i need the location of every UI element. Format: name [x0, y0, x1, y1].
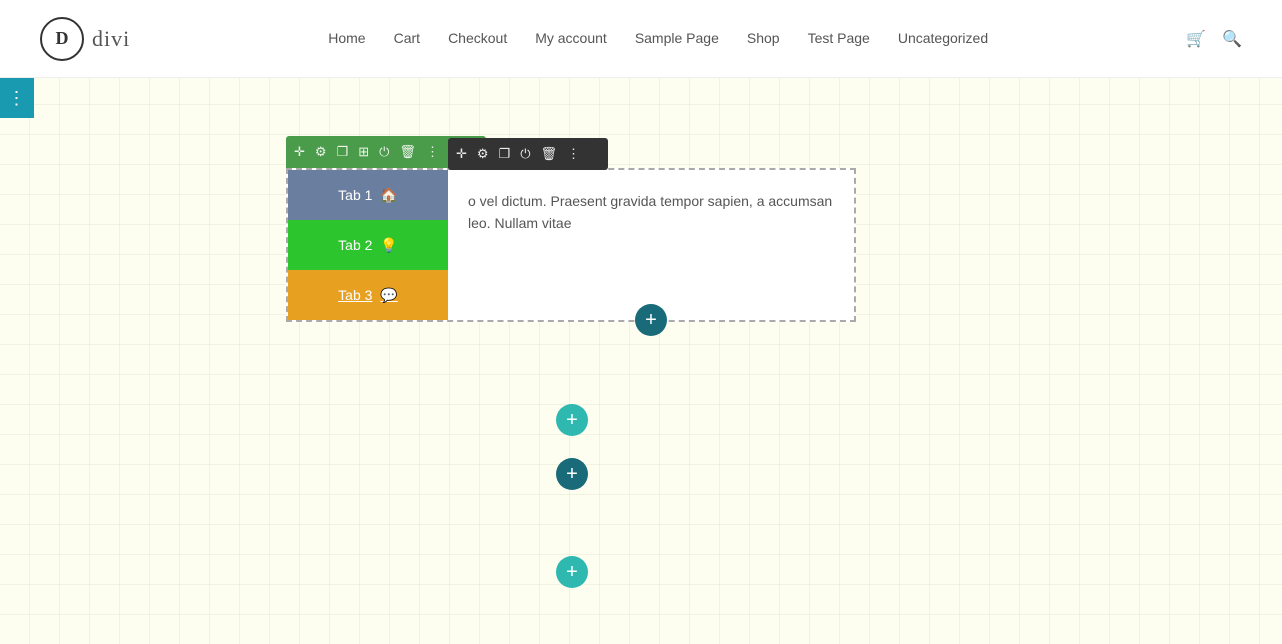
logo-text: divi: [92, 26, 130, 52]
add-btn-1[interactable]: +: [556, 404, 588, 436]
nav-shop[interactable]: Shop: [747, 30, 780, 46]
nav-test-page[interactable]: Test Page: [808, 30, 870, 46]
inner-copy-icon[interactable]: ❐: [497, 142, 513, 167]
tab2-label: Tab 2: [338, 237, 372, 253]
main-nav: Home Cart Checkout My account Sample Pag…: [328, 30, 988, 48]
nav-checkout[interactable]: Checkout: [448, 30, 507, 46]
nav-uncategorized[interactable]: Uncategorized: [898, 30, 988, 46]
nav-home[interactable]: Home: [328, 30, 365, 46]
tab1-icon: 🏠: [380, 187, 397, 204]
header-actions: 🛒 🔍: [1186, 29, 1242, 49]
settings-icon[interactable]: ⚙: [313, 142, 329, 162]
tab-item-3[interactable]: Tab 3 💬: [288, 270, 448, 320]
more-icon[interactable]: ⋮: [424, 142, 441, 162]
tab-content: ✛ ⚙ ❐ ⏻ 🗑 ⋮ o vel dictum. Praesent gravi…: [448, 170, 854, 320]
add-btn-3[interactable]: +: [556, 556, 588, 588]
inner-toolbar: ✛ ⚙ ❐ ⏻ 🗑 ⋮: [448, 138, 608, 170]
add-btn-wrapper-2: +: [556, 458, 588, 490]
left-toolbar[interactable]: ⋮: [0, 78, 34, 118]
grid-icon[interactable]: ⊞: [356, 142, 371, 162]
inner-more-icon[interactable]: ⋮: [565, 142, 582, 167]
move-icon[interactable]: ✛: [292, 142, 307, 162]
nav-sample-page[interactable]: Sample Page: [635, 30, 719, 46]
inner-delete-icon[interactable]: 🗑: [539, 142, 560, 167]
add-btn-wrapper-3: +: [556, 556, 588, 588]
header: D divi Home Cart Checkout My account Sam…: [0, 0, 1282, 78]
nav-cart[interactable]: Cart: [394, 30, 420, 46]
tab-module: ✛ ⚙ ❐ ⊞ ⏻ 🗑 ⋮ Tab 1 🏠 Tab 2 💡: [286, 136, 856, 322]
nav-my-account[interactable]: My account: [535, 30, 607, 46]
add-btn-2[interactable]: +: [556, 458, 588, 490]
left-toolbar-icon: ⋮: [8, 88, 27, 109]
inner-toggle-icon[interactable]: ⏻: [518, 142, 532, 167]
cart-icon[interactable]: 🛒: [1186, 29, 1206, 49]
copy-icon[interactable]: ❐: [335, 142, 351, 162]
logo-icon: D: [40, 17, 84, 61]
tab-list: Tab 1 🏠 Tab 2 💡 Tab 3 💬: [288, 170, 448, 320]
inner-move-icon[interactable]: ✛: [454, 142, 469, 167]
tab3-label: Tab 3: [338, 287, 372, 303]
inner-settings-icon[interactable]: ⚙: [475, 142, 491, 167]
tab1-label: Tab 1: [338, 187, 372, 203]
tab-item-1[interactable]: Tab 1 🏠: [288, 170, 448, 220]
tab2-icon: 💡: [380, 237, 397, 254]
tab-content-text: o vel dictum. Praesent gravida tempor sa…: [468, 190, 834, 235]
search-icon[interactable]: 🔍: [1222, 29, 1242, 49]
tab-item-2[interactable]: Tab 2 💡: [288, 220, 448, 270]
tab-container: Tab 1 🏠 Tab 2 💡 Tab 3 💬 ✛ ⚙: [286, 168, 856, 322]
logo[interactable]: D divi: [40, 17, 130, 61]
main-content: ✛ ⚙ ❐ ⊞ ⏻ 🗑 ⋮ Tab 1 🏠 Tab 2 💡: [0, 78, 1282, 644]
add-btn-content[interactable]: +: [635, 304, 667, 336]
add-btn-wrapper-1: +: [556, 404, 588, 436]
delete-icon[interactable]: 🗑: [397, 142, 418, 162]
toggle-icon[interactable]: ⏻: [377, 142, 391, 162]
tab3-icon: 💬: [380, 287, 397, 304]
